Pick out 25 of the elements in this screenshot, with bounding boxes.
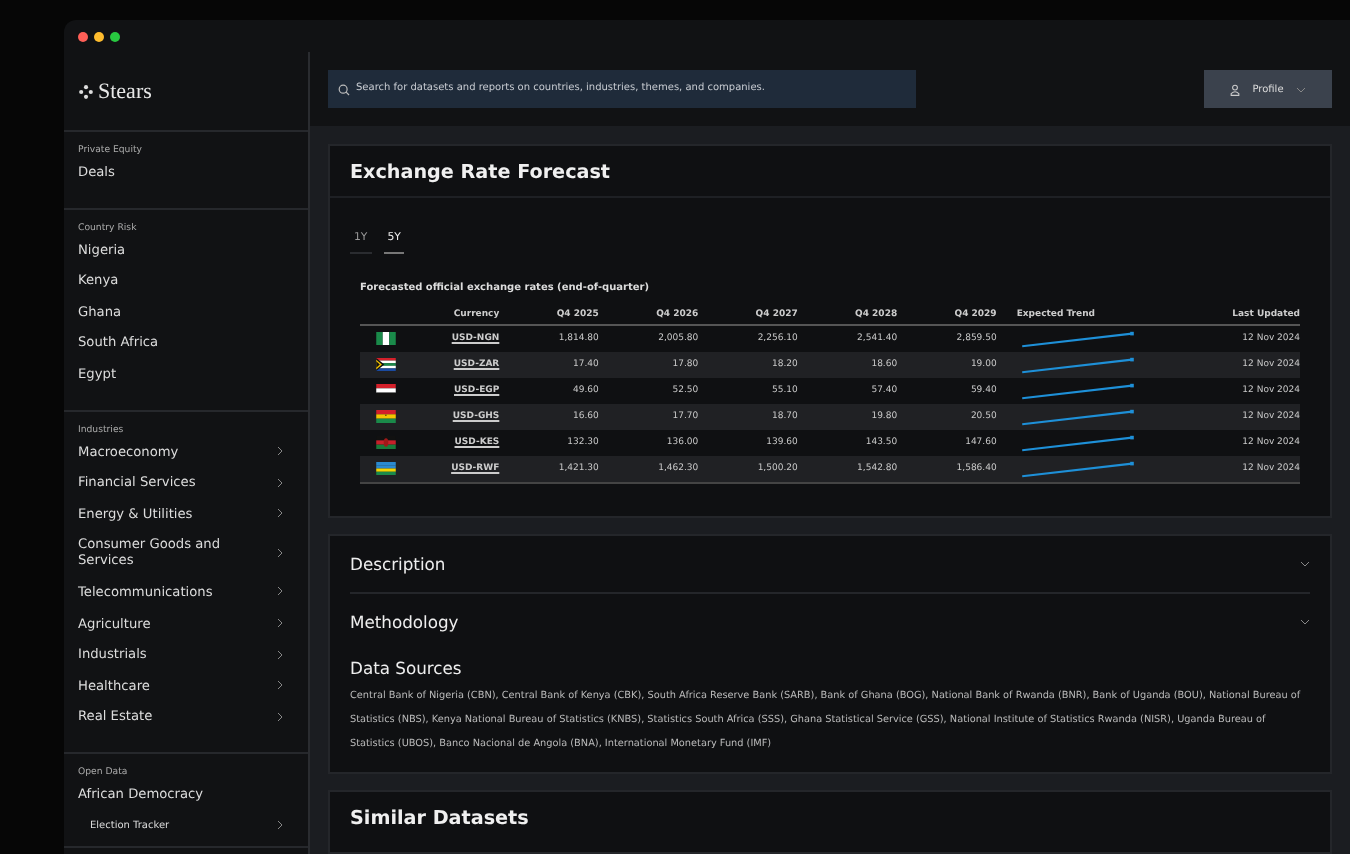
close-icon[interactable] <box>78 31 88 41</box>
card-title: Similar Datasets <box>348 806 531 834</box>
chevron-right-icon <box>276 680 284 691</box>
card-title: Exchange Rate Forecast <box>348 160 613 188</box>
accordion-header[interactable]: Description <box>350 536 1310 594</box>
minimize-icon[interactable] <box>94 31 104 41</box>
chevron-down-icon <box>1300 618 1310 626</box>
chevron-down-icon <box>1295 85 1306 93</box>
maximize-icon[interactable] <box>110 31 120 41</box>
chevron-right-icon <box>276 446 284 457</box>
section-title: Data Sources <box>348 656 464 682</box>
logo-text: Stears <box>98 79 152 103</box>
chevron-right-icon <box>276 547 284 558</box>
chevron-right-icon <box>276 618 284 629</box>
chevron-right-icon <box>276 711 284 722</box>
chevron-right-icon <box>276 820 284 830</box>
chevron-right-icon <box>276 508 284 519</box>
chevron-down-icon <box>1300 560 1310 568</box>
chevron-right-icon <box>276 586 284 597</box>
logo-icon <box>78 83 94 99</box>
search-icon <box>338 83 350 95</box>
chevron-right-icon <box>276 477 284 488</box>
accordion-header[interactable]: Methodology <box>350 594 1310 650</box>
chevron-right-icon <box>276 649 284 660</box>
user-icon <box>1230 83 1241 95</box>
